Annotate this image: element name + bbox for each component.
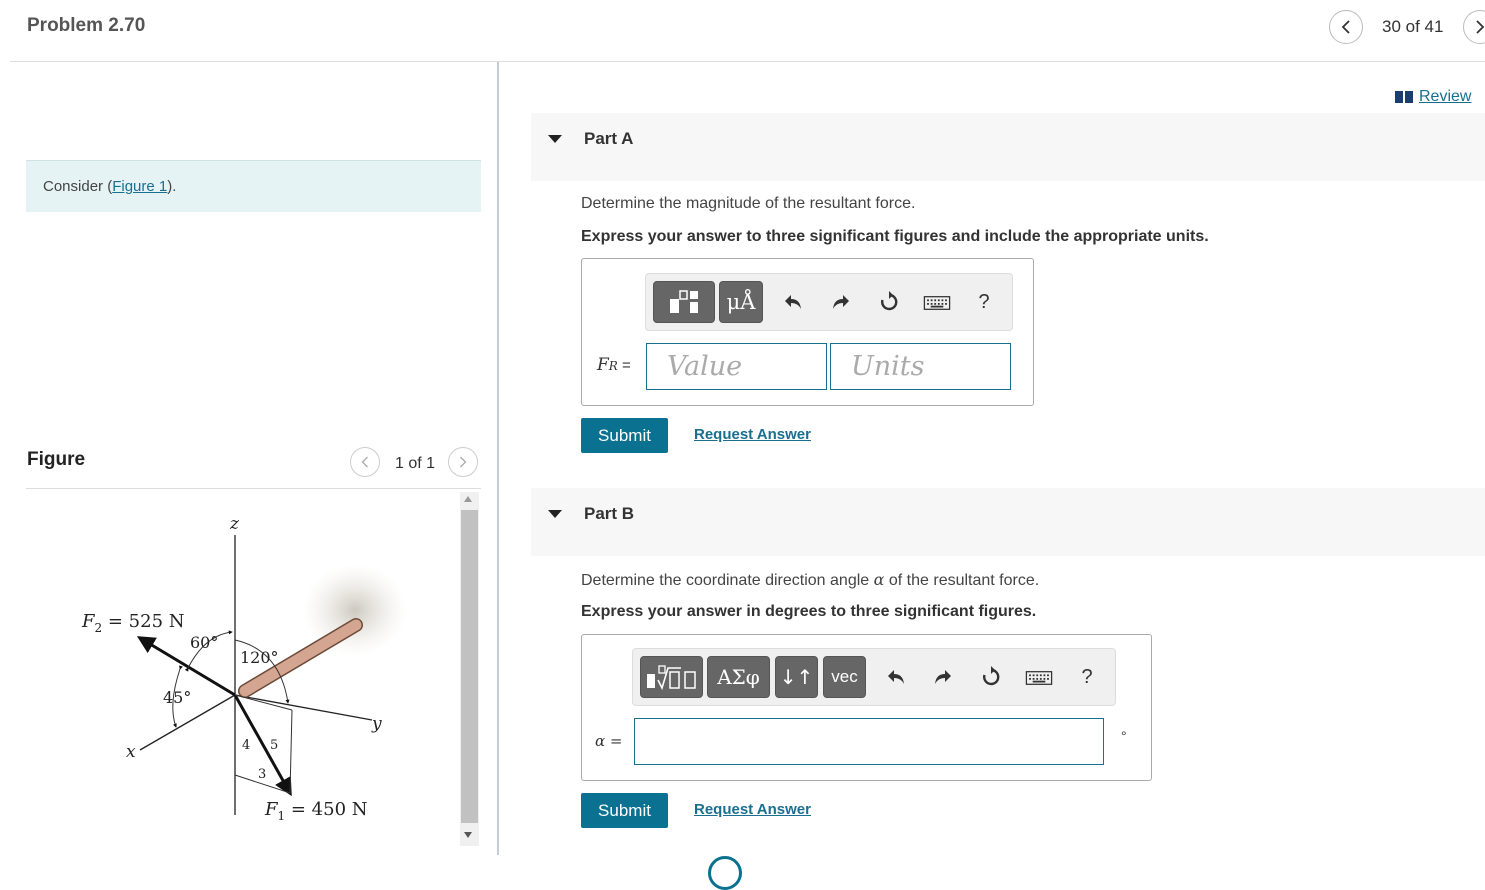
review-link[interactable]: Review bbox=[1395, 88, 1471, 106]
consider-suffix: ). bbox=[167, 178, 177, 195]
figure-link[interactable]: Figure 1 bbox=[112, 178, 167, 195]
force-diagram: z x y F2 = 525 N F1 = 450 N 60° 120° 45°… bbox=[81, 514, 407, 823]
alpha-input[interactable] bbox=[634, 718, 1104, 765]
part-b-instruction: Express your answer in degrees to three … bbox=[581, 603, 1037, 620]
units-input[interactable]: Units bbox=[830, 343, 1011, 390]
templates-icon bbox=[670, 290, 698, 313]
book-icon bbox=[1395, 91, 1413, 103]
redo-icon[interactable] bbox=[828, 289, 854, 315]
chevron-right-icon bbox=[460, 456, 467, 468]
help-button[interactable]: ? bbox=[1077, 665, 1097, 689]
header-divider bbox=[10, 61, 1485, 62]
part-b-title: Part B bbox=[584, 504, 635, 523]
angle-45-label: 45° bbox=[163, 688, 191, 707]
redo-icon[interactable] bbox=[930, 664, 956, 690]
part-a-header[interactable] bbox=[531, 113, 1485, 181]
reset-icon[interactable] bbox=[876, 289, 902, 315]
part-b-request-answer-link[interactable]: Request Answer bbox=[694, 801, 811, 818]
triangle-5-label: 5 bbox=[270, 738, 278, 753]
chevron-left-icon bbox=[1341, 20, 1350, 34]
undo-icon[interactable] bbox=[883, 664, 909, 690]
subscript-superscript-button[interactable]: ↓↑ bbox=[775, 656, 818, 698]
scroll-down-icon[interactable] bbox=[464, 832, 472, 838]
angle-120-label: 120° bbox=[240, 648, 279, 667]
alpha-label: α = bbox=[595, 732, 623, 750]
part-a-prompt: Determine the magnitude of the resultant… bbox=[581, 195, 916, 212]
problem-statement: Consider (Figure 1). bbox=[43, 178, 176, 195]
collapse-caret-icon[interactable] bbox=[548, 135, 562, 143]
reset-icon[interactable] bbox=[978, 664, 1004, 690]
triangle-4-label: 4 bbox=[242, 738, 250, 753]
axis-z-label: z bbox=[229, 514, 240, 534]
f1-label: F1 = 450 N bbox=[264, 799, 368, 823]
greek-symbols-button[interactable]: ΑΣφ bbox=[707, 656, 770, 698]
problem-counter: 30 of 41 bbox=[1382, 17, 1444, 36]
units-button[interactable]: μÅ bbox=[719, 281, 763, 323]
f2-label: F2 = 525 N bbox=[81, 611, 185, 635]
templates-radical-icon bbox=[646, 665, 696, 691]
vector-button[interactable]: vec bbox=[823, 656, 866, 698]
undo-icon[interactable] bbox=[780, 289, 806, 315]
next-figure-button[interactable] bbox=[448, 447, 478, 477]
triangle-3-label: 3 bbox=[258, 767, 266, 782]
previous-figure-button[interactable] bbox=[350, 447, 380, 477]
degree-unit: ° bbox=[1121, 728, 1127, 744]
help-button[interactable]: ? bbox=[974, 290, 994, 314]
chevron-right-icon bbox=[1476, 20, 1485, 34]
value-input[interactable]: Value bbox=[646, 343, 827, 390]
next-problem-button[interactable] bbox=[1463, 10, 1485, 44]
part-a-title: Part A bbox=[584, 129, 634, 148]
part-b-header[interactable] bbox=[531, 488, 1485, 556]
part-b-prompt: Determine the coordinate direction angle… bbox=[581, 570, 1040, 589]
axis-x-label: x bbox=[126, 742, 136, 762]
fr-label: FR = bbox=[597, 355, 631, 375]
angle-60-label: 60° bbox=[190, 633, 218, 652]
part-a-instruction: Express your answer to three significant… bbox=[581, 228, 1209, 245]
chevron-left-icon bbox=[361, 456, 368, 468]
previous-problem-button[interactable] bbox=[1329, 10, 1363, 44]
part-a-request-answer-link[interactable]: Request Answer bbox=[694, 426, 811, 443]
f2-vector bbox=[136, 636, 236, 697]
part-a-submit-button[interactable]: Submit bbox=[581, 418, 668, 453]
review-label: Review bbox=[1419, 88, 1472, 105]
math-templates-button[interactable] bbox=[640, 656, 703, 698]
figure-heading: Figure bbox=[27, 449, 86, 470]
keyboard-icon[interactable] bbox=[922, 292, 952, 314]
axis-y-label: y bbox=[371, 714, 382, 734]
figure-scroll-thumb[interactable] bbox=[461, 510, 478, 823]
keyboard-icon[interactable] bbox=[1024, 667, 1054, 689]
figure-counter: 1 of 1 bbox=[395, 455, 436, 472]
figure-divider bbox=[26, 488, 481, 489]
consider-prefix: Consider ( bbox=[43, 178, 113, 195]
templates-button[interactable] bbox=[653, 281, 715, 323]
part-b-submit-button[interactable]: Submit bbox=[581, 793, 668, 828]
problem-title: Problem 2.70 bbox=[27, 15, 146, 36]
provide-feedback-icon[interactable] bbox=[708, 856, 742, 890]
scroll-up-icon[interactable] bbox=[464, 496, 472, 502]
collapse-caret-icon[interactable] bbox=[548, 510, 562, 518]
pane-divider[interactable] bbox=[497, 62, 499, 855]
y-axis bbox=[234, 694, 373, 721]
